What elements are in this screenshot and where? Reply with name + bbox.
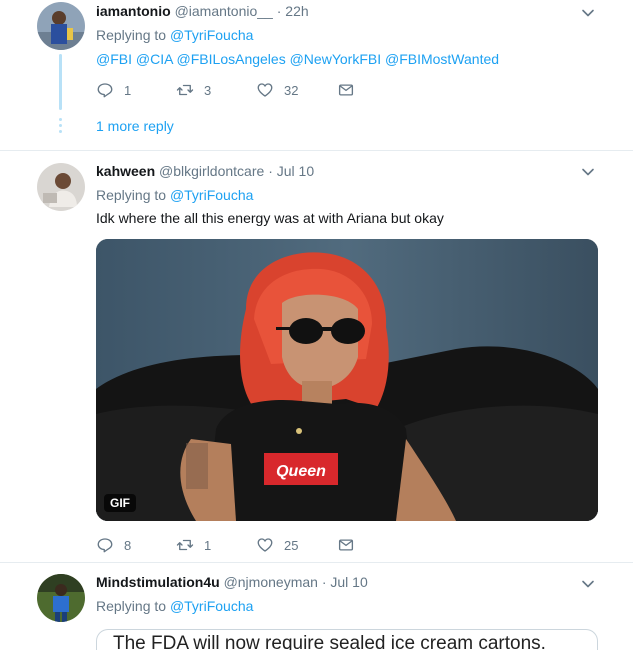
tweet-iamantonio[interactable]: iamantonio @iamantonio__ · 22h Replying … — [0, 0, 633, 150]
tweet-actions: 1 3 32 — [96, 80, 396, 100]
replying-to: Replying to @TyriFoucha — [96, 186, 253, 204]
direct-message-button[interactable] — [337, 535, 355, 555]
replying-to-link[interactable]: @TyriFoucha — [170, 27, 253, 43]
retweet-count: 3 — [204, 82, 212, 98]
avatar[interactable] — [37, 163, 85, 211]
gif-image: Queen — [96, 239, 598, 521]
tweet-actions: 8 1 25 — [96, 535, 396, 555]
like-button[interactable]: 32 — [256, 80, 298, 100]
thread-dots — [59, 118, 62, 136]
like-count: 32 — [284, 82, 299, 98]
reply-icon — [97, 538, 113, 553]
reply-button[interactable]: 8 — [96, 535, 131, 555]
gif-badge: GIF — [104, 494, 136, 512]
user-handle[interactable]: @blkgirldontcare — [159, 163, 264, 179]
replying-prefix: Replying to — [96, 598, 167, 614]
thread-line — [59, 54, 62, 110]
retweet-icon — [176, 84, 194, 96]
tweet-text[interactable]: @FBI @CIA @FBILosAngeles @NewYorkFBI @FB… — [96, 50, 499, 68]
more-replies-link[interactable]: 1 more reply — [96, 117, 174, 135]
separator: · — [321, 574, 327, 590]
timestamp[interactable]: Jul 10 — [277, 163, 314, 179]
tweet-kahween[interactable]: kahween @blkgirldontcare · Jul 10 Replyi… — [0, 150, 633, 562]
like-icon — [257, 83, 273, 97]
image-caption-text: The FDA will now require sealed ice crea… — [113, 633, 546, 650]
tweet-mindstimulation4u[interactable]: Mindstimulation4u @njmoneyman · Jul 10 R… — [0, 562, 633, 650]
tweet-header: Mindstimulation4u @njmoneyman · Jul 10 — [96, 573, 368, 591]
separator: · — [276, 3, 282, 19]
retweet-count: 1 — [204, 537, 212, 553]
retweet-icon — [176, 539, 194, 551]
separator: · — [268, 163, 273, 179]
reply-count: 1 — [124, 82, 132, 98]
replying-to: Replying to @TyriFoucha — [96, 597, 253, 615]
replying-to-link[interactable]: @TyriFoucha — [170, 187, 253, 203]
replying-prefix: Replying to — [96, 27, 167, 43]
user-handle[interactable]: @njmoneyman — [224, 574, 318, 590]
gif-media[interactable]: Queen GIF — [96, 239, 598, 521]
tweet-header: kahween @blkgirldontcare · Jul 10 — [96, 162, 314, 180]
retweet-button[interactable]: 3 — [176, 80, 211, 100]
like-count: 25 — [284, 537, 299, 553]
media-image[interactable]: The FDA will now require sealed ice crea… — [96, 629, 598, 650]
tweet-text[interactable]: Idk where the all this energy was at wit… — [96, 209, 444, 227]
chevron-down-icon[interactable] — [581, 165, 595, 179]
reply-button[interactable]: 1 — [96, 80, 131, 100]
timestamp[interactable]: 22h — [285, 3, 308, 19]
reply-count: 8 — [124, 537, 132, 553]
like-icon — [257, 538, 273, 552]
display-name[interactable]: Mindstimulation4u — [96, 574, 220, 590]
like-button[interactable]: 25 — [256, 535, 298, 555]
display-name[interactable]: iamantonio — [96, 3, 171, 19]
chevron-down-icon[interactable] — [581, 577, 595, 591]
avatar[interactable] — [37, 2, 85, 50]
direct-message-icon — [338, 539, 354, 551]
retweet-button[interactable]: 1 — [176, 535, 211, 555]
replying-prefix: Replying to — [96, 187, 167, 203]
avatar[interactable] — [37, 574, 85, 622]
timestamp[interactable]: Jul 10 — [330, 574, 367, 590]
user-handle[interactable]: @iamantonio__ — [175, 3, 273, 19]
replying-to-link[interactable]: @TyriFoucha — [170, 598, 253, 614]
tweet-header: iamantonio @iamantonio__ · 22h — [96, 2, 309, 20]
chevron-down-icon[interactable] — [581, 6, 595, 20]
replying-to: Replying to @TyriFoucha — [96, 26, 253, 44]
direct-message-button[interactable] — [337, 80, 355, 100]
display-name[interactable]: kahween — [96, 163, 155, 179]
direct-message-icon — [338, 84, 354, 96]
shirt-text: Queen — [276, 463, 326, 480]
reply-icon — [97, 83, 113, 98]
